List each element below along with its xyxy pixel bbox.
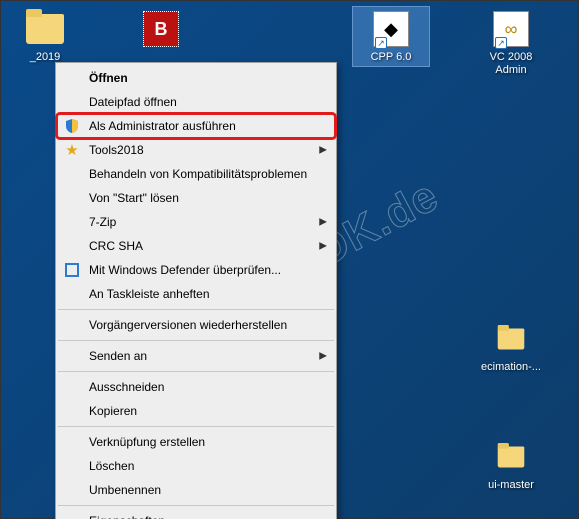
desktop-icon-decimation[interactable]: ecimation-...	[473, 319, 549, 374]
menu-item-label: Behandeln von Kompatibilitätsproblemen	[89, 167, 317, 181]
desktop-icon-vc2008[interactable]: ∞ ↗ VC 2008 Admin	[473, 9, 549, 77]
menu-item-label: 7-Zip	[89, 215, 317, 229]
menu-item-label: Vorgängerversionen wiederherstellen	[89, 318, 317, 332]
shortcut-arrow-icon: ↗	[495, 37, 507, 49]
app-icon: ◆ ↗	[367, 9, 415, 49]
menu-item-label: Löschen	[89, 459, 317, 473]
menu-item-label: Dateipfad öffnen	[89, 95, 317, 109]
menu-item-prev-versions[interactable]: Vorgängerversionen wiederherstellen	[57, 313, 335, 337]
menu-item-delete[interactable]: Löschen	[57, 454, 335, 478]
menu-item-send-to[interactable]: Senden an ▶	[57, 344, 335, 368]
folder-icon	[487, 437, 535, 477]
chevron-right-icon: ▶	[319, 241, 327, 252]
app-icon: B	[137, 9, 185, 49]
desktop-icon-label: CPP 6.0	[355, 51, 427, 64]
menu-item-crcsha[interactable]: CRC SHA ▶	[57, 234, 335, 258]
chevron-right-icon: ▶	[319, 145, 327, 156]
menu-item-label: Kopieren	[89, 404, 317, 418]
menu-item-label: An Taskleiste anheften	[89, 287, 317, 301]
menu-item-copy[interactable]: Kopieren	[57, 399, 335, 423]
menu-item-pin-taskbar[interactable]: An Taskleiste anheften	[57, 282, 335, 306]
menu-separator	[58, 309, 334, 310]
menu-item-properties[interactable]: Eigenschaften	[57, 509, 335, 519]
menu-item-label: Eigenschaften	[89, 514, 317, 519]
menu-item-label: CRC SHA	[89, 239, 317, 253]
menu-separator	[58, 426, 334, 427]
shortcut-arrow-icon: ↗	[375, 37, 387, 49]
desktop-icon-label: ui-master	[473, 479, 549, 492]
menu-item-label: Öffnen	[89, 71, 317, 85]
menu-item-label: Verknüpfung erstellen	[89, 435, 317, 449]
menu-item-label: Als Administrator ausführen	[89, 119, 317, 133]
menu-item-label: Tools2018	[89, 143, 317, 157]
star-icon: ★	[63, 141, 81, 159]
menu-item-create-link[interactable]: Verknüpfung erstellen	[57, 430, 335, 454]
chevron-right-icon: ▶	[319, 351, 327, 362]
desktop[interactable]: _2019 B ◆ ↗ CPP 6.0 ∞ ↗ VC 2008 Admin ec…	[0, 0, 579, 519]
menu-separator	[58, 340, 334, 341]
menu-item-open-path[interactable]: Dateipfad öffnen	[57, 90, 335, 114]
context-menu: Öffnen Dateipfad öffnen Als Administrato…	[55, 62, 337, 519]
menu-separator	[58, 505, 334, 506]
menu-item-tools2018[interactable]: ★ Tools2018 ▶	[57, 138, 335, 162]
app-icon: ∞ ↗	[487, 9, 535, 49]
desktop-icon-label: VC 2008 Admin	[473, 51, 549, 77]
menu-item-label: Umbenennen	[89, 483, 317, 497]
menu-item-label: Ausschneiden	[89, 380, 317, 394]
menu-separator	[58, 371, 334, 372]
desktop-icon-label: ecimation-...	[473, 361, 549, 374]
desktop-icon-uimaster[interactable]: ui-master	[473, 437, 549, 492]
folder-icon	[487, 319, 535, 359]
desktop-icon-borland[interactable]: B	[123, 9, 199, 51]
desktop-icon-cpp60[interactable]: ◆ ↗ CPP 6.0	[353, 7, 429, 66]
menu-item-label: Senden an	[89, 349, 317, 363]
shield-icon	[63, 117, 81, 135]
menu-item-unpin-start[interactable]: Von "Start" lösen	[57, 186, 335, 210]
menu-item-label: Mit Windows Defender überprüfen...	[89, 263, 317, 277]
menu-item-open[interactable]: Öffnen	[57, 66, 335, 90]
desktop-icon-folder-2019[interactable]: _2019	[7, 9, 83, 64]
defender-icon	[63, 261, 81, 279]
menu-item-label: Von "Start" lösen	[89, 191, 317, 205]
chevron-right-icon: ▶	[319, 217, 327, 228]
menu-item-rename[interactable]: Umbenennen	[57, 478, 335, 502]
menu-item-defender[interactable]: Mit Windows Defender überprüfen...	[57, 258, 335, 282]
menu-item-compat[interactable]: Behandeln von Kompatibilitätsproblemen	[57, 162, 335, 186]
folder-icon	[21, 9, 69, 49]
menu-item-7zip[interactable]: 7-Zip ▶	[57, 210, 335, 234]
menu-item-run-as-admin[interactable]: Als Administrator ausführen	[57, 114, 335, 138]
menu-item-cut[interactable]: Ausschneiden	[57, 375, 335, 399]
